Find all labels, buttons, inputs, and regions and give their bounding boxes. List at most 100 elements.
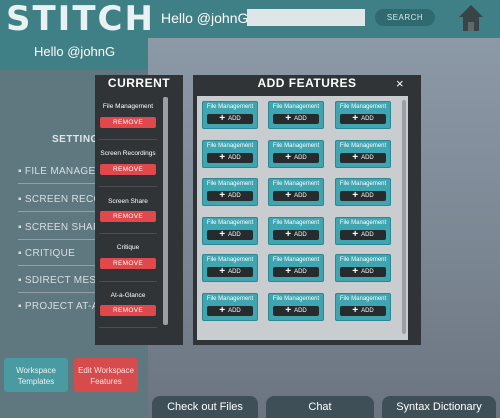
greeting-text: Hello @johnG (161, 10, 249, 26)
current-scrollbar[interactable] (163, 97, 168, 325)
home-icon[interactable] (458, 4, 484, 32)
plus-icon: + (219, 190, 226, 201)
feature-card-title: File Management (206, 257, 254, 263)
sidebar-divider (18, 239, 98, 240)
plus-icon: + (285, 229, 292, 240)
feature-card-title: File Management (339, 296, 387, 302)
feature-card: File Management + ADD (268, 217, 324, 245)
remove-button[interactable]: REMOVE (100, 305, 156, 316)
current-feature-label: Critique (116, 244, 140, 251)
add-label: ADD (294, 308, 307, 314)
feature-card-title: File Management (339, 220, 387, 226)
feature-card: File Management + ADD (268, 178, 324, 206)
add-button[interactable]: + ADD (273, 153, 319, 163)
workspace-templates-button[interactable]: Workspace Templates (4, 358, 68, 392)
add-label: ADD (228, 232, 241, 238)
add-label: ADD (361, 308, 374, 314)
add-label: ADD (294, 116, 307, 122)
add-button[interactable]: + ADD (207, 114, 253, 124)
feature-card: File Management + ADD (202, 293, 258, 321)
add-label: ADD (228, 193, 241, 199)
feature-card-title: File Management (206, 181, 254, 187)
add-button[interactable]: + ADD (340, 230, 386, 240)
search-button[interactable]: SEARCH (375, 9, 435, 26)
sidebar-divider (18, 265, 98, 266)
add-label: ADD (361, 232, 374, 238)
current-divider (99, 281, 157, 282)
close-icon[interactable]: × (396, 77, 406, 90)
feature-card-title: File Management (206, 296, 254, 302)
remove-button[interactable]: REMOVE (100, 117, 156, 128)
add-button[interactable]: + ADD (207, 153, 253, 163)
remove-button[interactable]: REMOVE (100, 258, 156, 269)
plus-icon: + (352, 266, 359, 277)
add-label: ADD (228, 155, 241, 161)
edit-workspace-features-button[interactable]: Edit Workspace Features (74, 358, 138, 392)
remove-button[interactable]: REMOVE (100, 164, 156, 175)
feature-card: File Management + ADD (335, 254, 391, 282)
feature-card-title: File Management (272, 104, 320, 110)
current-divider (99, 233, 157, 234)
add-button[interactable]: + ADD (273, 230, 319, 240)
feature-card-title: File Management (272, 181, 320, 187)
plus-icon: + (352, 229, 359, 240)
add-button[interactable]: + ADD (273, 191, 319, 201)
plus-icon: + (285, 113, 292, 124)
feature-card: File Management + ADD (202, 217, 258, 245)
plus-icon: + (352, 152, 359, 163)
add-label: ADD (294, 232, 307, 238)
add-button[interactable]: + ADD (340, 267, 386, 277)
tab-check-out-files[interactable]: Check out Files (152, 396, 258, 418)
current-feature-label: Screen Share (108, 198, 148, 205)
feature-card: File Management + ADD (202, 101, 258, 129)
feature-card: File Management + ADD (335, 293, 391, 321)
add-label: ADD (294, 193, 307, 199)
add-button[interactable]: + ADD (207, 306, 253, 316)
add-label: ADD (361, 155, 374, 161)
sidebar-divider (18, 211, 98, 212)
add-button[interactable]: + ADD (207, 230, 253, 240)
feature-card-title: File Management (272, 296, 320, 302)
sidebar-divider (18, 183, 98, 184)
plus-icon: + (219, 113, 226, 124)
feature-card-title: File Management (206, 220, 254, 226)
current-feature-label: At-a-Glance (110, 292, 146, 299)
add-features-scrollbar[interactable] (402, 100, 406, 334)
add-button[interactable]: + ADD (340, 191, 386, 201)
tab-chat[interactable]: Chat (266, 396, 374, 418)
add-features-title: ADD FEATURES (257, 76, 357, 90)
add-button[interactable]: + ADD (273, 267, 319, 277)
feature-card-title: File Management (339, 181, 387, 187)
add-button[interactable]: + ADD (340, 114, 386, 124)
add-label: ADD (294, 269, 307, 275)
current-divider (99, 186, 157, 187)
feature-card: File Management + ADD (268, 101, 324, 129)
feature-card-title: File Management (339, 257, 387, 263)
add-label: ADD (228, 116, 241, 122)
add-button[interactable]: + ADD (207, 267, 253, 277)
app-logo: STITCH (6, 0, 155, 39)
tab-syntax-dictionary[interactable]: Syntax Dictionary (382, 396, 496, 418)
current-feature-label: Screen Recordings (100, 150, 156, 157)
add-button[interactable]: + ADD (340, 306, 386, 316)
remove-button[interactable]: REMOVE (100, 211, 156, 222)
feature-card-title: File Management (339, 143, 387, 149)
current-features-title: CURRENT (107, 76, 171, 90)
plus-icon: + (352, 305, 359, 316)
plus-icon: + (219, 266, 226, 277)
add-button[interactable]: + ADD (273, 306, 319, 316)
feature-card: File Management + ADD (268, 254, 324, 282)
search-input[interactable] (247, 9, 365, 26)
add-button[interactable]: + ADD (273, 114, 319, 124)
feature-card: File Management + ADD (268, 293, 324, 321)
add-button[interactable]: + ADD (207, 191, 253, 201)
plus-icon: + (352, 190, 359, 201)
add-button[interactable]: + ADD (340, 153, 386, 163)
feature-card-title: File Management (272, 143, 320, 149)
add-label: ADD (228, 269, 241, 275)
feature-card: File Management + ADD (202, 140, 258, 168)
add-label: ADD (228, 308, 241, 314)
sidebar-item-critique[interactable]: ▪ CRITIQUE (18, 248, 75, 259)
current-divider (99, 327, 157, 328)
add-label: ADD (361, 116, 374, 122)
